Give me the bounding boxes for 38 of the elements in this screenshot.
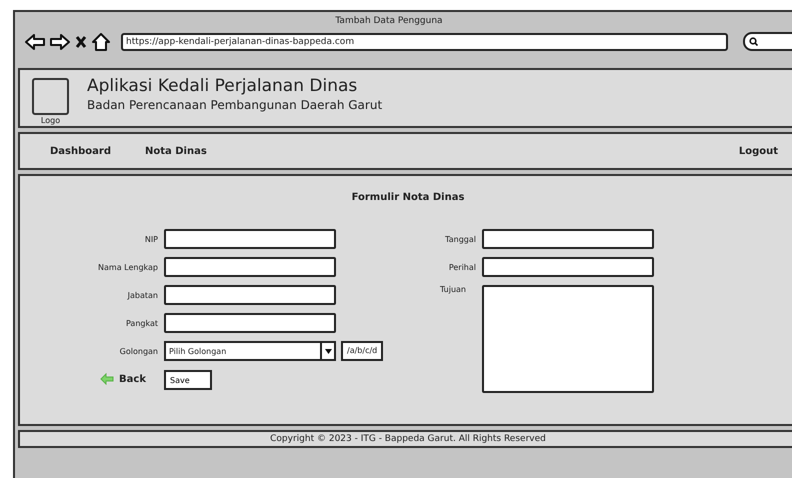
logo-label: Logo: [40, 116, 60, 124]
input-field[interactable]: [164, 285, 336, 305]
field-label: Tanggal: [444, 234, 476, 244]
input-field[interactable]: [164, 313, 336, 333]
home-icon[interactable]: [92, 32, 110, 50]
caret-icon: [324, 348, 332, 354]
field-label: Nama Lengkap: [97, 262, 158, 272]
nav-link[interactable]: Dashboard: [50, 146, 111, 156]
field-label: Pangkat: [124, 318, 158, 328]
address-bar[interactable]: https://app-kendali-perjalanan-dinas-bappeda.com: [121, 32, 728, 50]
field-label: Golongan: [118, 346, 158, 356]
logo-placeholder: [32, 78, 69, 114]
input-field[interactable]: [482, 257, 654, 277]
window-title: Tambah Data Pengguna: [334, 16, 444, 26]
app-subtitle: Badan Perencanaan Pembangunan Daerah Garut: [87, 98, 382, 112]
field-label: Tujuan: [438, 285, 467, 294]
field-label: NIP: [144, 234, 158, 244]
save-button[interactable]: Save: [164, 370, 212, 390]
app-title: Aplikasi Kedali Perjalanan Dinas: [87, 76, 358, 96]
dropdown[interactable]: Pilih Golongan: [164, 341, 336, 361]
close-icon[interactable]: [75, 34, 87, 48]
back-link[interactable]: Back: [100, 373, 146, 385]
search-field[interactable]: [743, 32, 792, 51]
input-field[interactable]: /a/b/c/d: [341, 341, 384, 361]
input-field[interactable]: [164, 229, 336, 249]
copyright-text: Copyright © 2023 - ITG - Bappeda Garut. All Rights Reserved: [269, 434, 547, 444]
input-field[interactable]: [482, 229, 654, 249]
field-label: Perihal: [448, 262, 476, 272]
field-label: Jabatan: [126, 290, 158, 300]
form-title: Formulir Nota Dinas: [350, 192, 466, 203]
logout-link[interactable]: Logout: [738, 146, 778, 156]
back-arrow-icon: [100, 373, 114, 385]
back-arrow-icon[interactable]: [25, 34, 45, 50]
nav-link[interactable]: Nota Dinas: [145, 146, 207, 156]
search-icon: [749, 37, 758, 46]
text-area[interactable]: [482, 285, 654, 393]
forward-arrow-icon[interactable]: [50, 34, 70, 50]
input-field[interactable]: [164, 257, 336, 277]
